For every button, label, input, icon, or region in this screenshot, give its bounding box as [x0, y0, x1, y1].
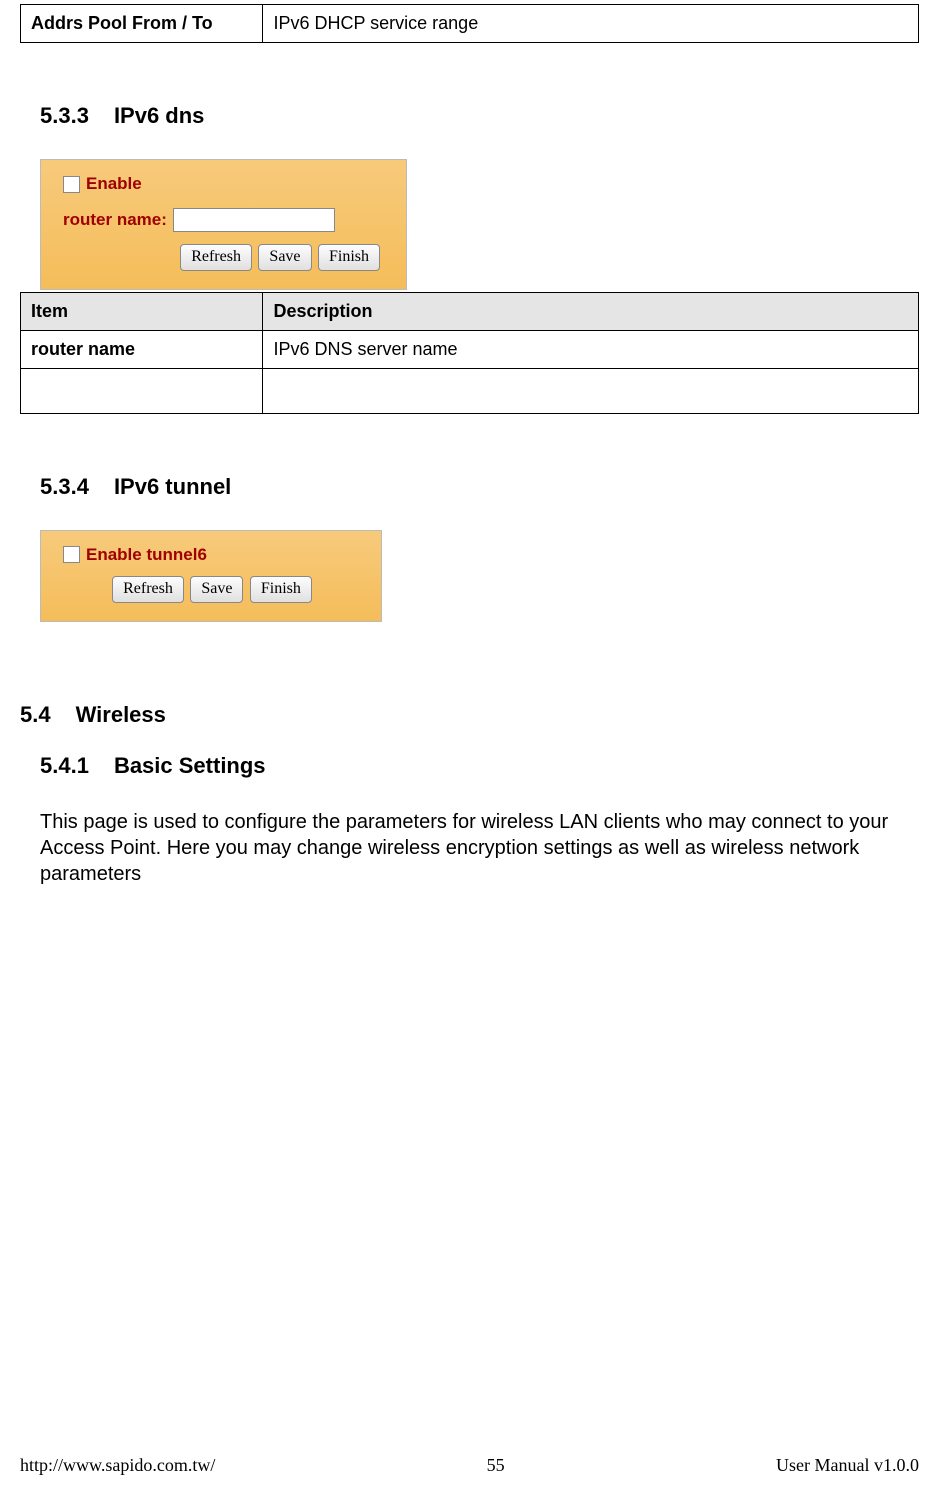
dns-th-item: Item [21, 292, 263, 330]
enable-dns-row: Enable [63, 174, 142, 194]
page-footer: http://www.sapido.com.tw/ 55 User Manual… [20, 1455, 919, 1476]
enable-dns-label: Enable [86, 174, 142, 194]
footer-version: User Manual v1.0.0 [776, 1455, 919, 1476]
finish-button[interactable]: Finish [318, 244, 380, 271]
heading-5-4-1: 5.4.1 Basic Settings [40, 753, 919, 779]
basic-settings-paragraph: This page is used to configure the param… [40, 809, 919, 887]
heading-5-3-4-title: IPv6 tunnel [114, 474, 231, 499]
heading-5-4-title: Wireless [76, 702, 166, 727]
heading-5-3-3-title: IPv6 dns [114, 103, 204, 128]
tunnel-save-button[interactable]: Save [190, 576, 243, 603]
addrs-pool-value: IPv6 DHCP service range [263, 5, 919, 43]
heading-5-3-3-num: 5.3.3 [40, 103, 89, 128]
heading-5-4-1-title: Basic Settings [114, 753, 266, 778]
tunnel-finish-button[interactable]: Finish [250, 576, 312, 603]
addrs-pool-key: Addrs Pool From / To [21, 5, 263, 43]
heading-5-4-num: 5.4 [20, 702, 51, 727]
dns-row2-desc [263, 368, 919, 413]
ipv6-tunnel-panel: Enable tunnel6 Refresh Save Finish [40, 530, 382, 623]
addrs-pool-table: Addrs Pool From / To IPv6 DHCP service r… [20, 4, 919, 43]
footer-url: http://www.sapido.com.tw/ [20, 1455, 215, 1476]
footer-page-number: 55 [215, 1455, 776, 1476]
tunnel-refresh-button[interactable]: Refresh [112, 576, 184, 603]
dns-row1-desc: IPv6 DNS server name [263, 330, 919, 368]
ipv6-dns-table: Item Description router name IPv6 DNS se… [20, 292, 919, 414]
heading-5-3-3: 5.3.3 IPv6 dns [40, 103, 919, 129]
dns-row1-item: router name [21, 330, 263, 368]
heading-5-4-1-num: 5.4.1 [40, 753, 89, 778]
enable-tunnel-checkbox[interactable] [63, 546, 80, 563]
enable-tunnel-row: Enable tunnel6 [63, 545, 207, 565]
ipv6-dns-panel: Enable router name: Refresh Save Finish [40, 159, 407, 290]
heading-5-4: 5.4 Wireless [20, 702, 919, 728]
router-name-label: router name: [63, 210, 167, 230]
dns-th-desc: Description [263, 292, 919, 330]
enable-dns-checkbox[interactable] [63, 176, 80, 193]
enable-tunnel-label: Enable tunnel6 [86, 545, 207, 565]
heading-5-3-4: 5.3.4 IPv6 tunnel [40, 474, 919, 500]
refresh-button[interactable]: Refresh [180, 244, 252, 271]
router-name-input[interactable] [173, 208, 335, 232]
dns-row2-item [21, 368, 263, 413]
save-button[interactable]: Save [258, 244, 311, 271]
heading-5-3-4-num: 5.3.4 [40, 474, 89, 499]
